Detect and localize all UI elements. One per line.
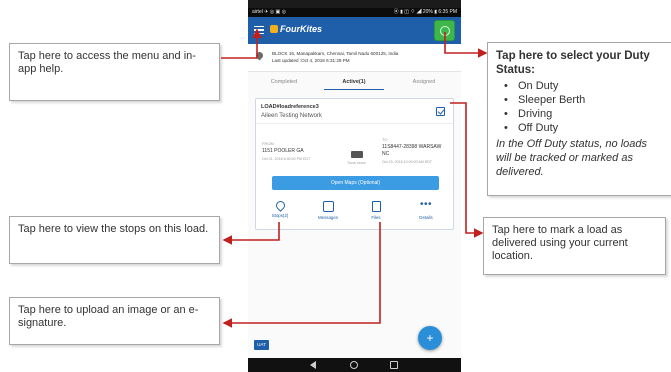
app-logo: FourKites (270, 24, 322, 34)
load-tabs: Completed Active(1) Assigned (248, 74, 461, 90)
stops-label: Stops(2) (271, 213, 289, 218)
home-nav-icon[interactable] (350, 361, 358, 369)
duty-option: Driving (504, 107, 663, 121)
add-fab-button[interactable]: + (418, 326, 442, 350)
truck-label: Truck xxxxx (347, 161, 366, 165)
details-label: Details (419, 215, 433, 220)
files-button[interactable]: Files (356, 199, 396, 229)
location-address: BLOCK 16, Manapakkam, Chennai, Tamil Nad… (272, 51, 399, 56)
messages-button[interactable]: Messages (308, 199, 348, 229)
more-dots-icon: ••• (419, 199, 432, 210)
duty-status-button[interactable] (434, 20, 455, 41)
callout-stops: Tap here to view the stops on this load. (9, 216, 220, 264)
duty-options: On Duty Sleeper Berth Driving Off Duty (504, 79, 663, 135)
annotated-screenshot: airtel ✈ ◎ ▣ ◎ ⦿ ▮ ◫ ⌔ ◢ 20% ▮ 6:35 PM F… (0, 0, 671, 372)
phone-screen: airtel ✈ ◎ ▣ ◎ ⦿ ▮ ◫ ⌔ ◢ 20% ▮ 6:35 PM F… (248, 8, 461, 358)
status-bar: airtel ✈ ◎ ▣ ◎ ⦿ ▮ ◫ ⌔ ◢ 20% ▮ 6:35 PM (248, 8, 461, 17)
files-icon (371, 201, 381, 212)
message-icon (322, 201, 334, 212)
location-updated: Last updated :Oct 4, 2018 6:31:29 PM (272, 58, 350, 63)
mark-delivered-checkbox-icon[interactable] (436, 107, 445, 116)
from-label: FROM (262, 141, 274, 146)
truck-icon (351, 151, 363, 158)
callout-menu: Tap here to access the menu and in-app h… (9, 43, 220, 101)
power-icon (440, 26, 450, 36)
details-button[interactable]: ••• Details (406, 199, 446, 229)
duty-option: Sleeper Berth (504, 93, 663, 107)
tab-active[interactable]: Active(1) (324, 74, 384, 90)
app-bar: FourKites (248, 17, 461, 44)
load-network: Aileen Testing Network (261, 113, 322, 119)
callout-upload: Tap here to upload an image or an e-sign… (9, 297, 220, 345)
load-actions: Stops(2) Messages Files ••• Details (256, 199, 453, 229)
messages-label: Messages (317, 215, 338, 220)
status-bar-right: ⦿ ▮ ◫ ⌔ ◢ 20% ▮ 6:35 PM (393, 9, 457, 15)
from-address: 1151 POOLER GA (262, 148, 304, 154)
callout-duty-status: Tap here to select your Duty Status: On … (487, 42, 671, 196)
stops-button[interactable]: Stops(2) (260, 199, 300, 229)
location-bar: BLOCK 16, Manapakkam, Chennai, Tamil Nad… (248, 44, 461, 72)
map-pin-icon (273, 199, 287, 212)
open-maps-button[interactable]: Open Maps (Optional) (272, 176, 439, 190)
to-date: Oct 15, 2018 10:00:00 AM EDT (382, 160, 432, 164)
duty-option: Off Duty (504, 121, 663, 135)
to-address-line2: NC (382, 151, 390, 157)
app-name: FourKites (280, 24, 323, 34)
to-label: TO (382, 137, 388, 142)
android-nav-bar (248, 358, 461, 372)
callout-mark-delivered: Tap here to mark a load as delivered usi… (483, 217, 666, 275)
duty-title: Tap here to select your Duty Status: (496, 50, 650, 76)
status-bar-left: airtel ✈ ◎ ▣ ◎ (252, 9, 287, 15)
back-nav-icon[interactable] (310, 361, 316, 369)
hamburger-menu-icon[interactable] (254, 26, 264, 34)
load-card[interactable]: LOAD#loadreference3 Aileen Testing Netwo… (255, 98, 454, 230)
uat-badge: UAT (254, 340, 269, 350)
phone-frame: airtel ✈ ◎ ▣ ◎ ⦿ ▮ ◫ ⌔ ◢ 20% ▮ 6:35 PM F… (248, 0, 461, 372)
duty-option: On Duty (504, 79, 663, 93)
tab-assigned[interactable]: Assigned (394, 74, 454, 90)
recent-apps-nav-icon[interactable] (390, 361, 398, 369)
fourkites-logo-icon (270, 25, 278, 33)
to-address: 11S8447-28398 WARSAW NC (382, 144, 441, 158)
load-card-header: LOAD#loadreference3 Aileen Testing Netwo… (256, 99, 453, 124)
location-pin-icon (254, 50, 265, 61)
tab-completed[interactable]: Completed (254, 74, 314, 90)
duty-note: In the Off Duty status, no loads will be… (496, 138, 648, 178)
to-address-line1: 11S8447-28398 WARSAW (382, 144, 442, 150)
files-label: Files (371, 215, 381, 220)
load-id: LOAD#loadreference3 (261, 104, 319, 110)
from-date: Oct 01, 2018 6:30:00 PM EDT (262, 157, 311, 161)
location-text: BLOCK 16, Manapakkam, Chennai, Tamil Nad… (272, 50, 398, 64)
